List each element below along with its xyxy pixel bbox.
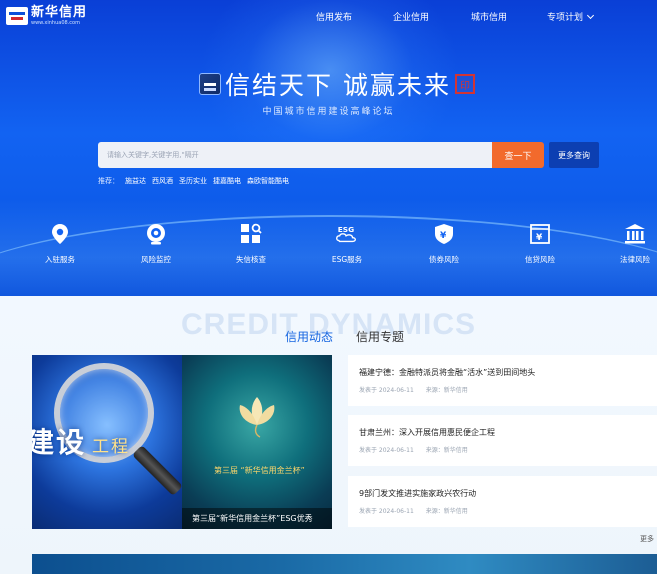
recommend-item[interactable]: 圣历实业 — [179, 176, 207, 186]
credit-dynamics-section: CREDIT DYNAMICS 信用动态 信用专题 建设 工程 第三届 “新华信用… — [0, 296, 657, 574]
service-credit-risk[interactable]: ¥ 信贷风险 — [505, 222, 575, 265]
news-item[interactable]: 福建宁德：金融特派员将金融“活水”送到田间地头 发表于 2024-06-11 来源… — [348, 355, 657, 406]
news-meta: 发表于 2024-06-11 来源：新华信用 — [359, 445, 480, 454]
tab-credit-topics[interactable]: 信用专题 — [356, 328, 404, 345]
service-check-in[interactable]: 入驻服务 — [25, 222, 95, 265]
service-label: 失信核查 — [236, 255, 266, 264]
shield-icon: ¥ — [432, 222, 456, 246]
news-item[interactable]: 甘肃兰州：深入开展信用惠民便企工程 发表于 2024-06-11 来源：新华信用 — [348, 415, 657, 466]
nav-item-city-credit[interactable]: 城市信用 — [471, 10, 507, 23]
service-label: 法律风险 — [620, 255, 650, 264]
logo-subtitle: www.xinhua08.com — [31, 20, 80, 26]
court-building-icon — [623, 222, 647, 246]
service-bond-risk[interactable]: ¥ 债券风险 — [409, 222, 479, 265]
seal-stamp-icon: 印 — [454, 74, 475, 94]
recommend-bar: 推荐： 施益达 西风酒 圣历实业 捷嘉酷电 森欧智能酷电 — [98, 176, 289, 186]
news-meta: 发表于 2024-06-11 来源：新华信用 — [359, 506, 480, 515]
news-title[interactable]: 甘肃兰州：深入开展信用惠民便企工程 — [359, 427, 495, 438]
service-label: 风险监控 — [141, 255, 171, 264]
service-risk-monitor[interactable]: 风险监控 — [121, 222, 191, 265]
svg-text:¥: ¥ — [536, 233, 543, 243]
news-source: 来源：新华信用 — [425, 508, 468, 515]
slide2-caption: 第三届 “新华信用金兰杯” — [214, 466, 305, 475]
nav-item-special-plan[interactable]: 专项计划 — [547, 10, 595, 23]
recommend-item[interactable]: 施益达 — [125, 176, 146, 186]
top-nav: 新华信用 www.xinhua08.com 信用发布 企业信用 城市信用 专项计… — [0, 0, 657, 32]
recommend-label: 推荐： — [98, 177, 119, 185]
logo-text: 新华信用 www.xinhua08.com — [31, 5, 88, 27]
logo-badge-icon — [6, 7, 28, 25]
service-legal-risk[interactable]: 法律风险 — [600, 222, 657, 265]
tab-credit-dynamics[interactable]: 信用动态 — [285, 328, 333, 345]
slide1-title: 建设 — [32, 426, 87, 459]
more-query-button[interactable]: 更多查询 — [549, 142, 599, 168]
carousel-caption[interactable]: 第三届“新华信用金兰杯”ESG优秀 — [182, 508, 332, 529]
camera-icon — [144, 222, 168, 246]
service-label: 信贷风险 — [525, 255, 555, 264]
news-meta: 发表于 2024-06-11 来源：新华信用 — [359, 385, 480, 394]
search-button[interactable]: 查一下 — [492, 142, 544, 168]
service-bar: 入驻服务 风险监控 失信核查 ESG ESG服务 ¥ 债券风险 ¥ 信贷风险 法… — [0, 222, 657, 272]
nav-item-credit-publish[interactable]: 信用发布 — [316, 10, 352, 23]
svg-text:¥: ¥ — [440, 231, 447, 241]
hero-subtitle: 中国城市信用建设高峰论坛 — [262, 107, 395, 117]
news-title[interactable]: 福建宁德：金融特派员将金融“活水”送到田间地头 — [359, 367, 535, 378]
service-dishonesty-check[interactable]: 失信核查 — [216, 222, 286, 265]
recommend-item[interactable]: 捷嘉酷电 — [213, 176, 241, 186]
service-label: 入驻服务 — [45, 255, 75, 264]
forum-logo-icon — [199, 73, 221, 95]
logo-title: 新华信用 — [31, 5, 88, 20]
magnifier-handle — [132, 445, 183, 497]
nav-item-enterprise-credit[interactable]: 企业信用 — [393, 10, 429, 23]
yen-document-icon: ¥ — [528, 222, 552, 246]
news-date: 发表于 2024-06-11 — [359, 508, 414, 515]
chevron-down-icon — [586, 11, 595, 20]
esg-cloud-icon: ESG — [335, 222, 359, 246]
carousel-slide-award: 第三届 “新华信用金兰杯” — [182, 355, 332, 529]
svg-text:ESG: ESG — [338, 225, 354, 234]
hero-slogan: 信结天下 诚赢未来 印 — [199, 66, 475, 102]
service-label: 债券风险 — [429, 255, 459, 264]
more-link[interactable]: 更多 — [640, 534, 654, 544]
carousel-slide-magnifier: 建设 工程 — [32, 355, 183, 529]
search-input[interactable] — [98, 142, 494, 168]
magnolia-flower-icon — [239, 397, 275, 438]
recommend-item[interactable]: 西风酒 — [152, 176, 173, 186]
service-label: ESG服务 — [331, 255, 363, 264]
hero-banner: 新华信用 www.xinhua08.com 信用发布 企业信用 城市信用 专项计… — [0, 0, 657, 296]
location-pin-icon — [48, 222, 72, 246]
news-title[interactable]: 9部门发文推进实施家政兴农行动 — [359, 488, 476, 499]
news-date: 发表于 2024-06-11 — [359, 447, 414, 454]
slide1-text: 建设 工程 — [32, 421, 130, 461]
search-grid-icon — [239, 222, 263, 246]
news-item[interactable]: 9部门发文推进实施家政兴农行动 发表于 2024-06-11 来源：新华信用 — [348, 476, 657, 527]
news-date: 发表于 2024-06-11 — [359, 387, 414, 394]
recommend-item[interactable]: 森欧智能酷电 — [247, 176, 289, 186]
service-esg[interactable]: ESG ESG服务 — [312, 222, 382, 265]
slide1-title-sub: 工程 — [92, 437, 131, 457]
site-logo[interactable]: 新华信用 www.xinhua08.com — [6, 6, 87, 26]
news-carousel[interactable]: 建设 工程 第三届 “新华信用金兰杯” 第三届“新华信用金兰杯”ESG优秀 — [32, 355, 332, 529]
slogan-text: 信结天下 诚赢未来 — [225, 71, 451, 100]
news-source: 来源：新华信用 — [425, 387, 468, 394]
nav-dropdown-label: 专项计划 — [547, 13, 584, 23]
bottom-banner[interactable] — [32, 554, 657, 574]
news-source: 来源：新华信用 — [425, 447, 468, 454]
